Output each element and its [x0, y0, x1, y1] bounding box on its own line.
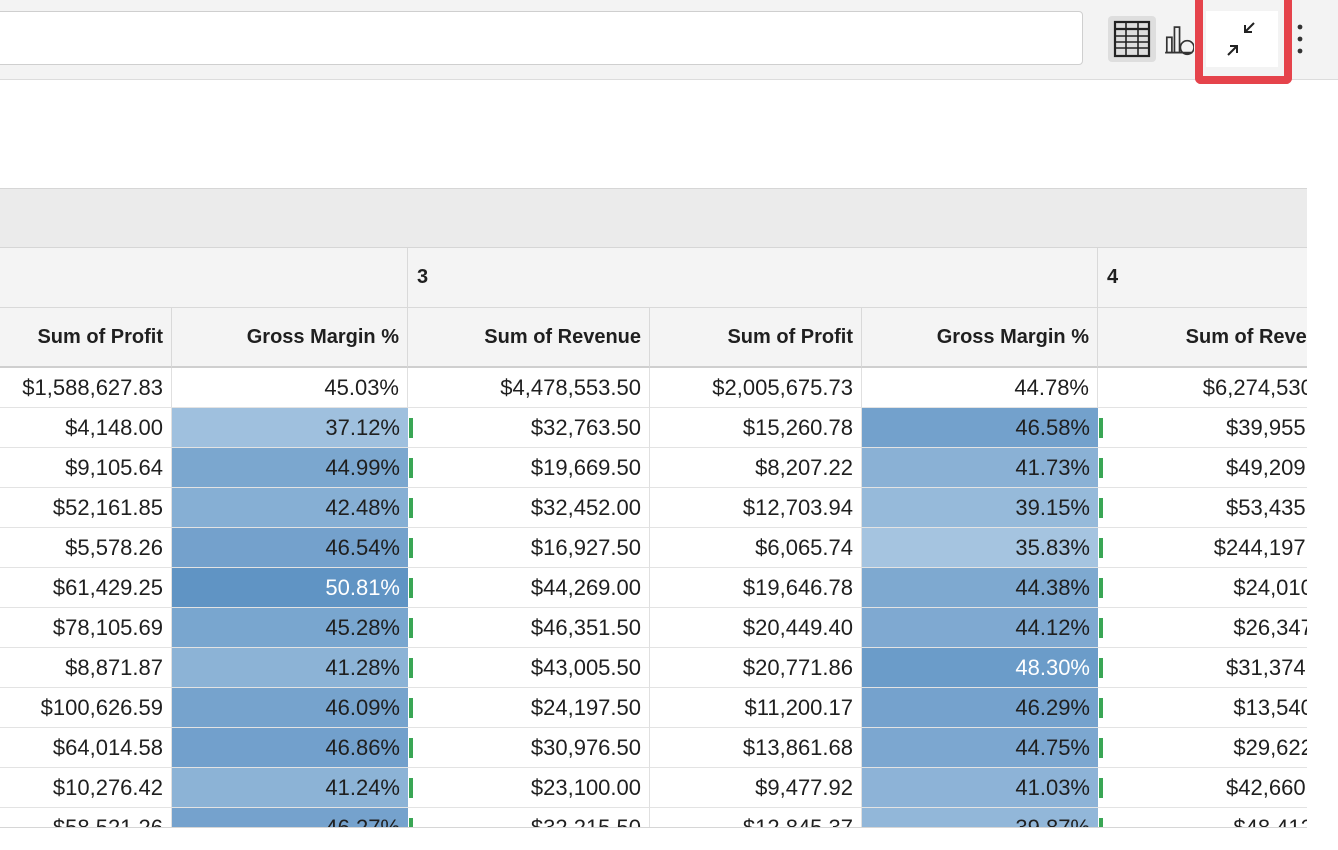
table-cell[interactable]: 37.12%: [172, 408, 408, 448]
table-cell[interactable]: 41.24%: [172, 768, 408, 808]
table-view-button[interactable]: [1108, 16, 1156, 62]
table-cell[interactable]: $10,276.42: [0, 768, 172, 808]
table-cell[interactable]: 44.99%: [172, 448, 408, 488]
table-cell[interactable]: 46.29%: [862, 688, 1098, 728]
table-cell[interactable]: 46.54%: [172, 528, 408, 568]
table-cell[interactable]: $13,540.: [1098, 688, 1307, 728]
table-cell[interactable]: 39.87%: [862, 808, 1098, 828]
table-cell[interactable]: $61,429.25: [0, 568, 172, 608]
table-cell[interactable]: $12,845.37: [650, 808, 862, 828]
table-cell[interactable]: $26,347.: [1098, 608, 1307, 648]
table-cell[interactable]: $100,626.59: [0, 688, 172, 728]
table-cell[interactable]: $39,955.(: [1098, 408, 1307, 448]
group-header: [0, 248, 408, 308]
table-cell[interactable]: $19,646.78: [650, 568, 862, 608]
table-cell[interactable]: $20,771.86: [650, 648, 862, 688]
table-cell[interactable]: $24,197.50: [408, 688, 650, 728]
table-cell[interactable]: $58,521.26: [0, 808, 172, 828]
table-cell[interactable]: 46.86%: [172, 728, 408, 768]
table-cell[interactable]: 44.75%: [862, 728, 1098, 768]
column-header[interactable]: Sum of Revenue: [408, 308, 650, 368]
total-cell[interactable]: 44.78%: [862, 368, 1098, 408]
group-header: 4: [1098, 248, 1307, 308]
table-cell[interactable]: $32,452.00: [408, 488, 650, 528]
table-cell[interactable]: 41.28%: [172, 648, 408, 688]
table-cell[interactable]: $64,014.58: [0, 728, 172, 768]
table-cell[interactable]: 44.38%: [862, 568, 1098, 608]
table-cell[interactable]: $4,148.00: [0, 408, 172, 448]
table-bottom-border: [0, 827, 1307, 828]
table-cell[interactable]: $78,105.69: [0, 608, 172, 648]
more-options-button[interactable]: [1290, 16, 1310, 62]
table-cell[interactable]: $13,861.68: [650, 728, 862, 768]
table-cell[interactable]: 35.83%: [862, 528, 1098, 568]
table-cell[interactable]: 50.81%: [172, 568, 408, 608]
table-cell[interactable]: 45.28%: [172, 608, 408, 648]
pivot-group-header: [0, 188, 1307, 248]
column-header[interactable]: Gross Margin %: [172, 308, 408, 368]
column-header[interactable]: Gross Margin %: [862, 308, 1098, 368]
table-cell[interactable]: 46.09%: [172, 688, 408, 728]
table-cell[interactable]: 39.15%: [862, 488, 1098, 528]
table-cell[interactable]: $23,100.00: [408, 768, 650, 808]
pivot-table: 3 4 Sum of Profit Gross Margin % Sum of Reve…: [0, 188, 1307, 828]
table-cell[interactable]: $42,660.(: [1098, 768, 1307, 808]
table-cell[interactable]: $9,477.92: [650, 768, 862, 808]
table-cell[interactable]: $53,435.(: [1098, 488, 1307, 528]
table-cell[interactable]: $6,065.74: [650, 528, 862, 568]
total-cell[interactable]: $6,274,530.: [1098, 368, 1307, 408]
table-cell[interactable]: $9,105.64: [0, 448, 172, 488]
total-cell[interactable]: $4,478,553.50: [408, 368, 650, 408]
search-input[interactable]: [0, 11, 1083, 65]
table-cell[interactable]: $24,010.: [1098, 568, 1307, 608]
table-cell[interactable]: $49,209.(: [1098, 448, 1307, 488]
table-cell[interactable]: $29,622.: [1098, 728, 1307, 768]
table-cell[interactable]: $244,197.(: [1098, 528, 1307, 568]
table-cell[interactable]: $19,669.50: [408, 448, 650, 488]
table-cell[interactable]: $16,927.50: [408, 528, 650, 568]
total-cell[interactable]: $2,005,675.73: [650, 368, 862, 408]
table-cell[interactable]: 42.48%: [172, 488, 408, 528]
table-cell[interactable]: 41.73%: [862, 448, 1098, 488]
table-cell[interactable]: $15,260.78: [650, 408, 862, 448]
table-cell[interactable]: $48,412.: [1098, 808, 1307, 829]
total-cell[interactable]: $1,588,627.83: [0, 368, 172, 408]
table-cell[interactable]: $52,161.85: [0, 488, 172, 528]
table-cell[interactable]: $46,351.50: [408, 608, 650, 648]
column-header[interactable]: Sum of Reven: [1098, 308, 1307, 368]
table-icon: [1113, 20, 1151, 58]
table-cell[interactable]: $44,269.00: [408, 568, 650, 608]
table-cell[interactable]: 48.30%: [862, 648, 1098, 688]
table-cell[interactable]: $8,207.22: [650, 448, 862, 488]
table-cell[interactable]: $30,976.50: [408, 728, 650, 768]
total-cell[interactable]: 45.03%: [172, 368, 408, 408]
chart-view-button[interactable]: [1160, 16, 1194, 62]
table-cell[interactable]: $8,871.87: [0, 648, 172, 688]
bar-chart-icon: [1165, 26, 1194, 56]
table-cell[interactable]: $11,200.17: [650, 688, 862, 728]
highlight-box: [1195, 0, 1292, 84]
column-header[interactable]: Sum of Profit: [650, 308, 862, 368]
toolbar: [0, 0, 1338, 84]
table-cell[interactable]: 41.03%: [862, 768, 1098, 808]
table-cell[interactable]: $20,449.40: [650, 608, 862, 648]
table-cell[interactable]: $32,215.50: [408, 808, 650, 828]
group-header: 3: [408, 248, 1098, 308]
table-cell[interactable]: 46.58%: [862, 408, 1098, 448]
table-cell[interactable]: $32,763.50: [408, 408, 650, 448]
table-cell[interactable]: 44.12%: [862, 608, 1098, 648]
table-cell[interactable]: $12,703.94: [650, 488, 862, 528]
table-cell[interactable]: $5,578.26: [0, 528, 172, 568]
column-header[interactable]: Sum of Profit: [0, 308, 172, 368]
table-cell[interactable]: 46.27%: [172, 808, 408, 828]
more-vertical-icon: [1297, 24, 1303, 54]
table-cell[interactable]: $31,374.(: [1098, 648, 1307, 688]
table-cell[interactable]: $43,005.50: [408, 648, 650, 688]
